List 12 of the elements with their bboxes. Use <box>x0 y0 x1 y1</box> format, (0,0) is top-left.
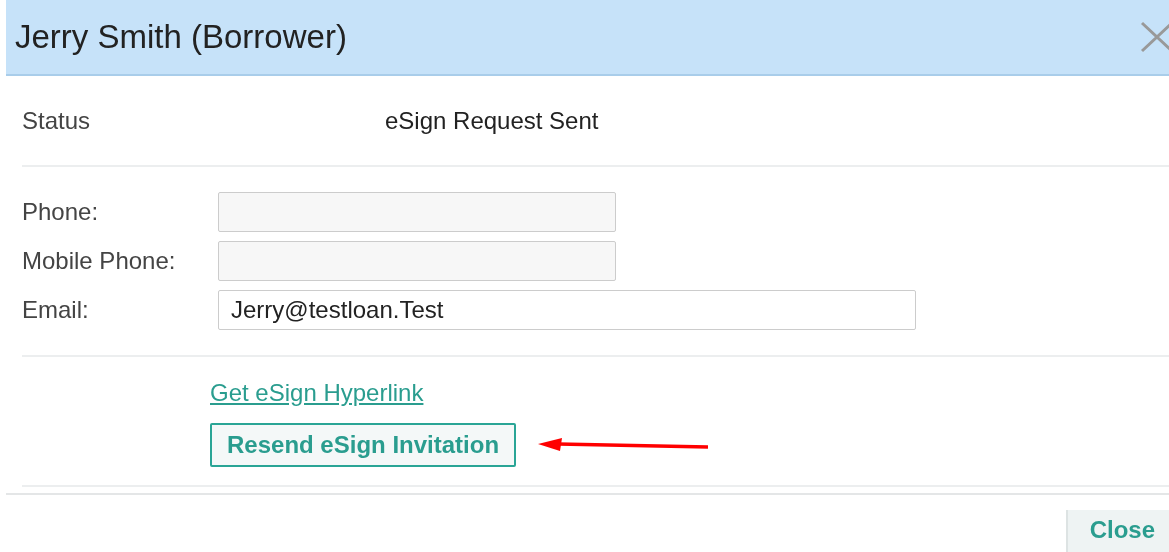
resend-button[interactable]: Resend eSign Invitation <box>210 423 517 467</box>
field-label: Mobile Phone: <box>22 247 177 275</box>
status-value: eSign Request Sent <box>385 106 600 135</box>
close-icon[interactable] <box>1140 21 1169 53</box>
hyperlink-link[interactable]: Get eSign Hyperlink <box>210 379 424 407</box>
input-field[interactable]: Jerry@testloan.Test <box>218 290 916 330</box>
close-button[interactable]: Close <box>1065 510 1169 552</box>
status-label: Status <box>22 106 92 135</box>
dialog-title: Jerry Smith (Borrower) <box>15 18 347 56</box>
field-label: Email: <box>22 296 90 324</box>
field-label: Phone: <box>22 198 100 226</box>
arrow-icon <box>538 438 709 452</box>
